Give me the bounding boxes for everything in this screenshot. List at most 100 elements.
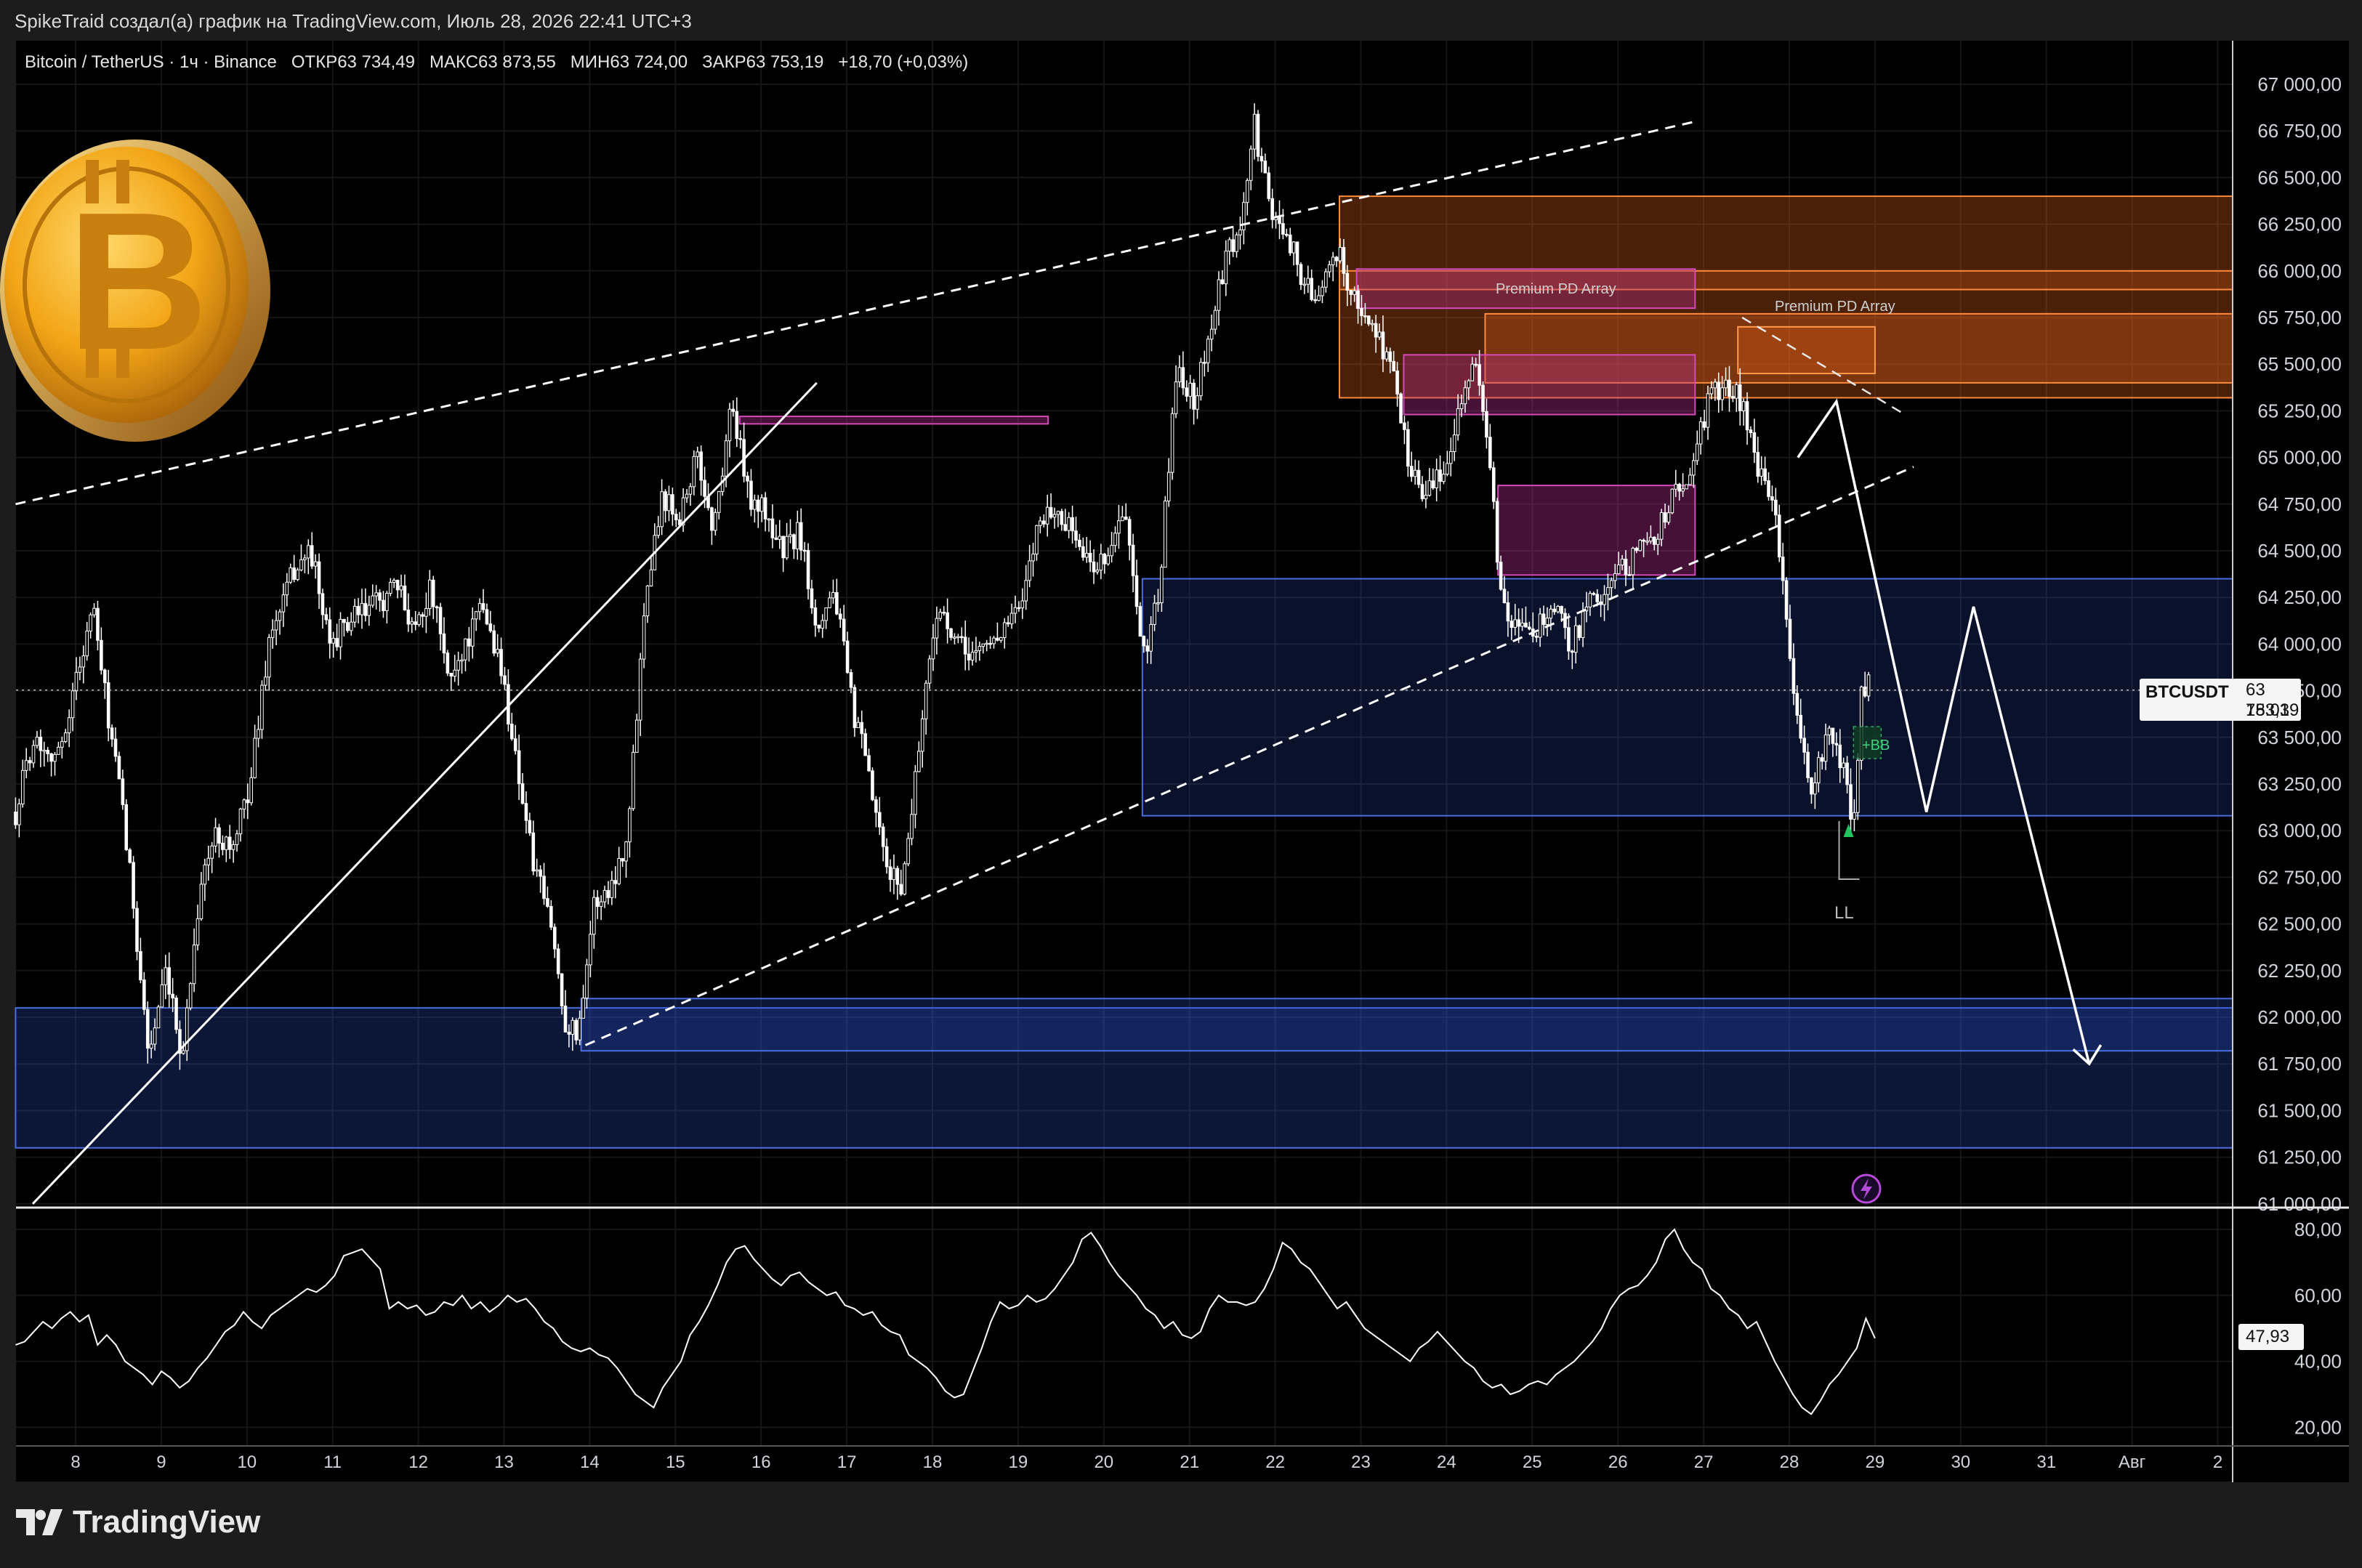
- candle-body: [1481, 384, 1485, 412]
- candle-body: [492, 630, 496, 654]
- candle-body: [613, 880, 618, 884]
- candle-body: [785, 536, 789, 559]
- candle-body: [89, 614, 92, 632]
- candle-body: [1452, 435, 1456, 453]
- y-tick-label: 62 750,00: [2257, 866, 2342, 888]
- candle-body: [935, 618, 939, 639]
- candle-body: [556, 948, 560, 974]
- candle-body: [1706, 393, 1710, 428]
- candle-body: [1163, 500, 1167, 568]
- candle-body: [531, 832, 536, 872]
- candle-body: [28, 760, 32, 764]
- candle-body: [1820, 757, 1824, 762]
- candle-body: [1653, 536, 1656, 545]
- candle-body: [1363, 315, 1367, 318]
- candle-body: [313, 561, 318, 567]
- candle-body: [1728, 379, 1731, 397]
- candle-body: [974, 650, 978, 653]
- ohlc-open: ОТКР63 734,49: [291, 52, 415, 72]
- candle-body: [589, 934, 592, 966]
- candle-body: [888, 866, 892, 881]
- candle-body: [1374, 323, 1378, 338]
- candle-body: [546, 898, 549, 907]
- lightning-icon[interactable]: [1851, 1173, 1882, 1204]
- candle-body: [1228, 239, 1232, 252]
- candle-body: [1595, 594, 1600, 602]
- candle-body: [1224, 251, 1228, 285]
- candle-body: [967, 653, 971, 660]
- candle-body: [703, 480, 706, 497]
- candle-body: [1642, 539, 1645, 542]
- candle-body: [35, 737, 39, 746]
- candle-body: [145, 1009, 150, 1049]
- tradingview-logo[interactable]: TradingView: [16, 1504, 260, 1540]
- candle-body: [927, 658, 932, 684]
- y-tick-label: 66 500,00: [2257, 166, 2342, 188]
- candle-body: [100, 639, 103, 671]
- candle-body: [1049, 506, 1053, 518]
- candle-body: [1831, 727, 1835, 744]
- candle-body: [106, 682, 110, 729]
- candle-body: [539, 869, 542, 877]
- candle-body: [292, 567, 296, 581]
- candle-body: [1520, 622, 1524, 627]
- candle-body: [595, 897, 600, 908]
- candle-body: [524, 803, 528, 821]
- candle-body: [1192, 382, 1196, 410]
- candle-body: [1827, 727, 1831, 735]
- candle-body: [1420, 484, 1424, 499]
- candle-body: [363, 602, 368, 616]
- candle-body: [1177, 367, 1182, 383]
- candle-body: [431, 579, 435, 607]
- candle-body: [963, 637, 967, 655]
- candle-body: [477, 603, 482, 613]
- candle-body: [1367, 315, 1371, 325]
- candle-body: [1724, 379, 1728, 389]
- candle-body: [1734, 384, 1738, 399]
- candle-body: [1145, 645, 1150, 652]
- candle-body: [1849, 784, 1853, 820]
- candle-body: [1610, 580, 1613, 589]
- candle-body: [378, 592, 382, 601]
- x-tick-label: 10: [237, 1452, 257, 1472]
- candle-body: [221, 842, 225, 850]
- candle-body: [1427, 480, 1432, 496]
- candle-body: [1291, 241, 1296, 254]
- candle-body: [31, 745, 36, 764]
- candle-body: [1592, 593, 1596, 595]
- candle-body: [1627, 574, 1632, 576]
- candle-body: [1196, 395, 1199, 410]
- candle-body: [1081, 546, 1085, 558]
- candle-body: [1041, 520, 1046, 525]
- candle-body: [931, 637, 935, 660]
- candle-body: [1431, 480, 1435, 488]
- candle-body: [838, 613, 842, 620]
- symbol-name[interactable]: Bitcoin / TetherUS · 1ч · Binance: [25, 52, 277, 73]
- candle-body: [1666, 512, 1671, 523]
- candle-body: [692, 456, 696, 488]
- candle-body: [342, 618, 346, 623]
- chart-canvas[interactable]: 8 9 10 11 12 13 14 15 16 17 18 19 20 21 22 23 24 25 26 27 28…: [0, 0, 2362, 1568]
- candle-body: [632, 751, 635, 809]
- candle-body: [585, 964, 589, 999]
- candle-body: [1084, 552, 1089, 558]
- candle-body: [903, 863, 906, 895]
- candle-body: [1752, 432, 1757, 453]
- candle-body: [1060, 511, 1064, 525]
- rsi-tick-label: 20,00: [2294, 1416, 2342, 1438]
- candle-body: [685, 493, 689, 498]
- candle-body: [1670, 488, 1674, 514]
- candle-body: [828, 597, 831, 609]
- candle-body: [1388, 351, 1392, 362]
- candle-body: [1067, 517, 1071, 531]
- candle-body: [1767, 480, 1770, 498]
- candle-body: [1745, 401, 1749, 431]
- candle-body: [1263, 161, 1267, 174]
- candle-body: [188, 983, 193, 1009]
- candle-body: [746, 475, 749, 482]
- candle-body: [424, 607, 428, 617]
- candle-body: [749, 480, 753, 510]
- candle-body: [513, 738, 517, 751]
- candle-body: [128, 849, 132, 863]
- bb-label: +BB: [1862, 737, 1890, 753]
